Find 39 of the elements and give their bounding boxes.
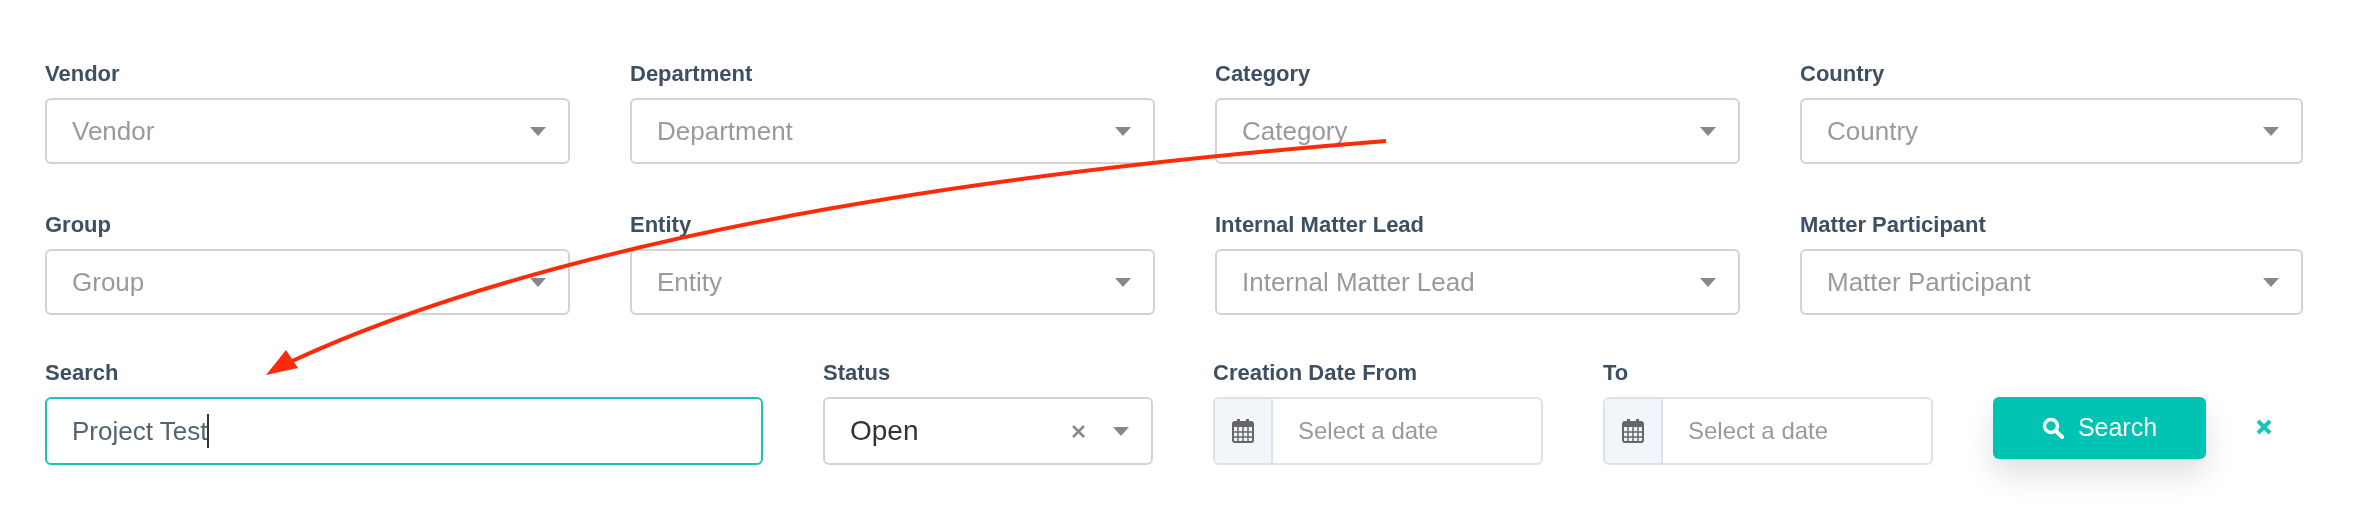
field-label: Creation Date From — [1213, 359, 1419, 387]
field-label: Search — [45, 359, 120, 387]
dropdown-caret-icon — [1115, 126, 1131, 136]
status-select[interactable]: Open — [823, 397, 1153, 465]
field-label: Group — [45, 211, 112, 239]
dropdown-caret-icon — [2263, 126, 2279, 136]
dropdown-caret-icon — [1115, 277, 1131, 287]
field-label: Status — [823, 359, 892, 387]
field-label: To — [1603, 359, 1630, 387]
field-label: Category — [1215, 60, 1312, 88]
clear-icon[interactable] — [1072, 424, 1085, 438]
search-button[interactable]: Search — [1993, 397, 2206, 459]
dropdown-caret-icon — [2263, 277, 2279, 287]
calendar-icon — [1232, 419, 1254, 443]
dropdown-caret-icon — [1113, 426, 1129, 436]
close-icon[interactable] — [2256, 419, 2272, 435]
field-label: Country — [1800, 60, 1886, 88]
dropdown-select[interactable]: Entity — [630, 249, 1155, 315]
field-label: Internal Matter Lead — [1215, 211, 1426, 239]
dropdown-select[interactable]: Country — [1800, 98, 2303, 164]
field-label: Department — [630, 60, 754, 88]
dropdown-select[interactable]: Internal Matter Lead — [1215, 249, 1740, 315]
dropdown-caret-icon — [1700, 126, 1716, 136]
dropdown-select[interactable]: Matter Participant — [1800, 249, 2303, 315]
dropdown-select[interactable]: Category — [1215, 98, 1740, 164]
field-label: Matter Participant — [1800, 211, 1987, 239]
field-label: Vendor — [45, 60, 121, 88]
dropdown-select[interactable]: Vendor — [45, 98, 570, 164]
dropdown-caret-icon — [530, 277, 546, 287]
dropdown-select[interactable]: Department — [630, 98, 1155, 164]
search-icon — [2041, 417, 2064, 439]
dropdown-caret-icon — [530, 126, 546, 136]
calendar-icon — [1622, 419, 1644, 443]
search-field[interactable]: Project Test — [45, 397, 763, 465]
field-label: Entity — [630, 211, 693, 239]
dropdown-caret-icon — [1700, 277, 1716, 287]
date-field[interactable]: Select a date — [1603, 397, 1933, 465]
dropdown-select[interactable]: Group — [45, 249, 570, 315]
date-field[interactable]: Select a date — [1213, 397, 1543, 465]
